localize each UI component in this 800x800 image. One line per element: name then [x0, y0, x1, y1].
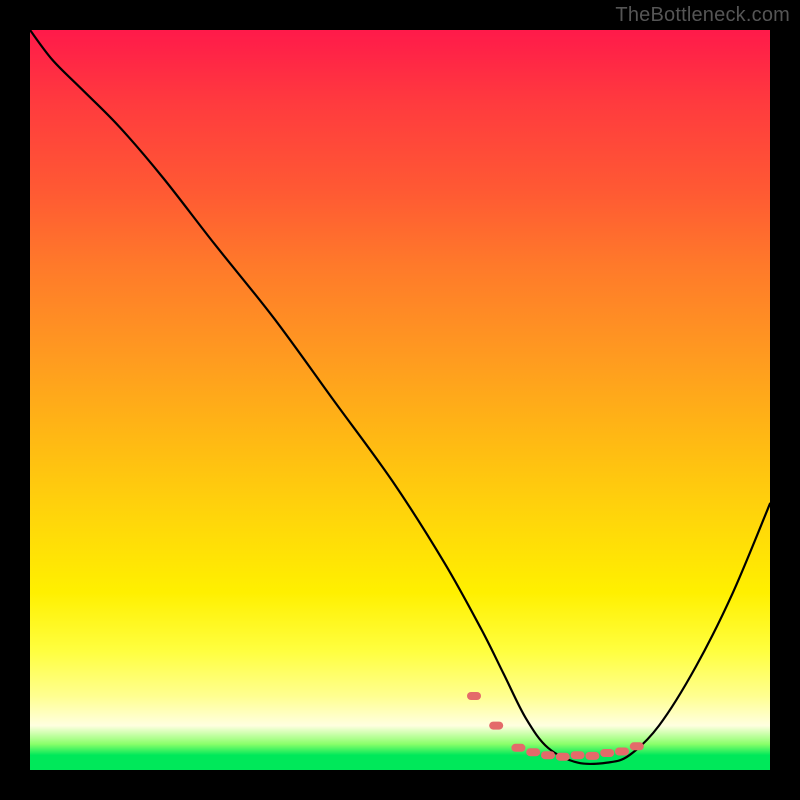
- marker-dot: [585, 752, 599, 760]
- marker-dot: [615, 748, 629, 756]
- optimal-range-markers: [467, 692, 644, 761]
- marker-dot: [556, 753, 570, 761]
- plot-area: [30, 30, 770, 770]
- marker-dot: [511, 744, 525, 752]
- marker-dot: [489, 722, 503, 730]
- bottleneck-curve: [30, 30, 770, 764]
- marker-dot: [541, 751, 555, 759]
- marker-dot: [630, 742, 644, 750]
- marker-dot: [526, 748, 540, 756]
- watermark-text: TheBottleneck.com: [615, 4, 790, 27]
- chart-frame: TheBottleneck.com: [0, 0, 800, 800]
- curve-layer: [30, 30, 770, 770]
- marker-dot: [600, 749, 614, 757]
- marker-dot: [571, 751, 585, 759]
- marker-dot: [467, 692, 481, 700]
